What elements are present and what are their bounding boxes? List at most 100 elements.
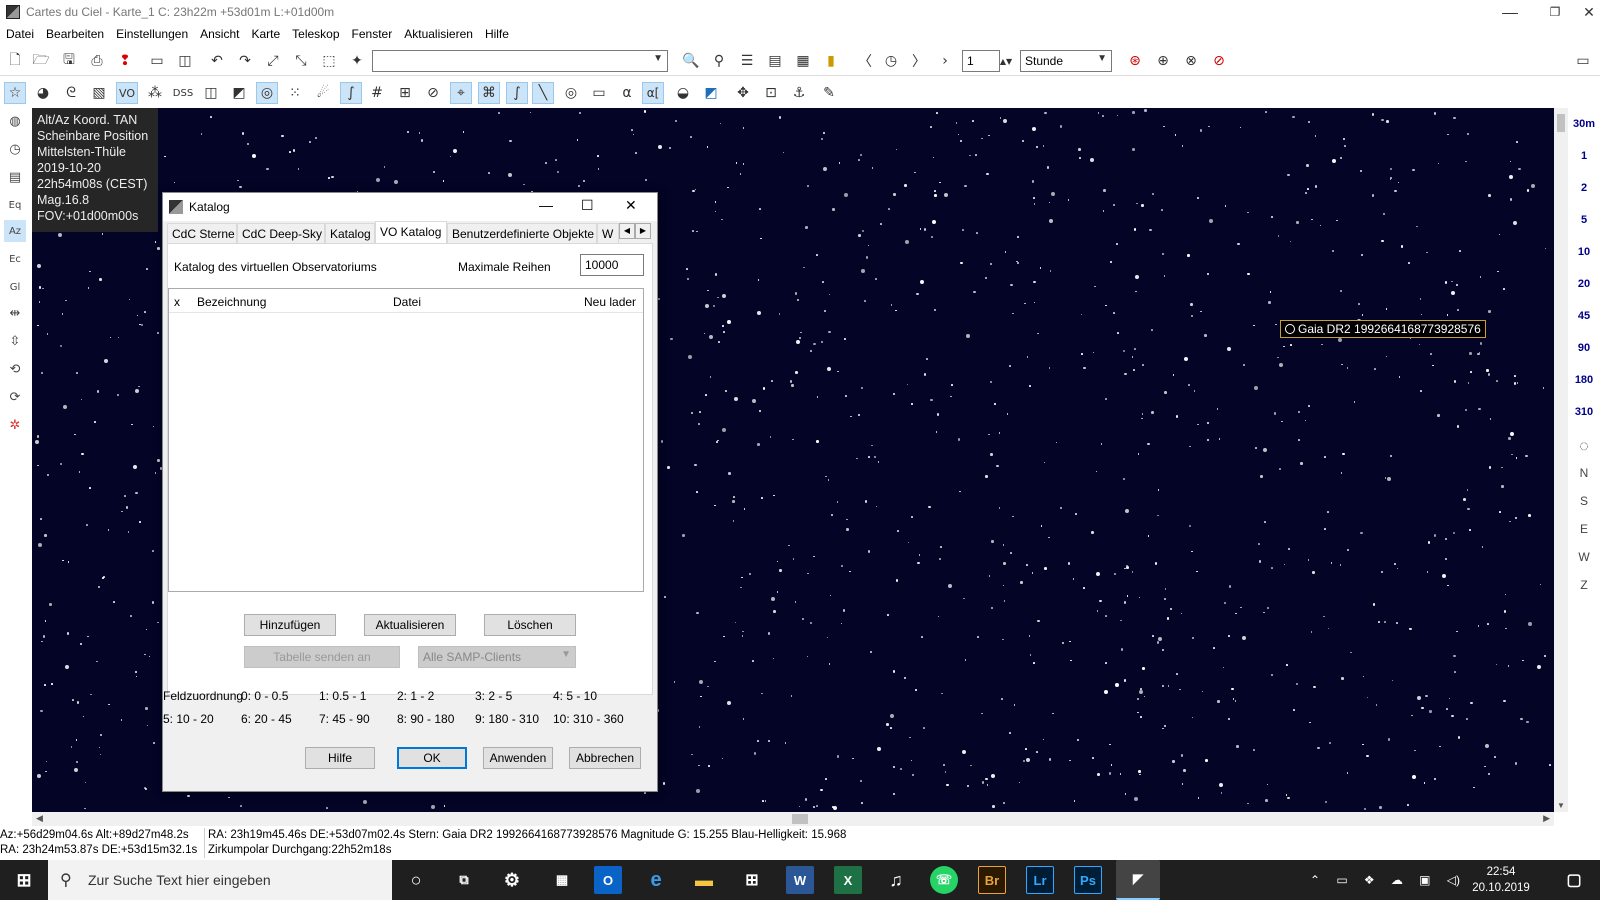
telescope-connect-icon[interactable]: ⊛	[1124, 50, 1146, 72]
dropbox-icon[interactable]: ❖	[1364, 873, 1375, 887]
menu-datei[interactable]: Datei	[0, 27, 40, 41]
telescope-slew-icon[interactable]: ⊕	[1152, 50, 1174, 72]
dialog-close-button[interactable]: ✕	[625, 197, 637, 214]
tab-w[interactable]: W	[597, 223, 619, 243]
tab-scroll-right-icon[interactable]: ▶	[635, 223, 651, 239]
link-icon[interactable]: ⊡	[760, 82, 782, 104]
print-icon[interactable]: ⎙	[86, 50, 108, 72]
time-unit-select[interactable]: Stunde ▼	[1020, 50, 1112, 72]
field-0[interactable]: 0: 0 - 0.5	[241, 689, 288, 703]
zoom-in-icon[interactable]: ⤢	[262, 50, 284, 72]
notes-icon[interactable]: ▤	[764, 50, 786, 72]
window-close-button[interactable]: ✕	[1578, 0, 1600, 24]
tab-cdc-deep-sky[interactable]: CdC Deep-Sky	[237, 223, 325, 243]
whatsapp-icon[interactable]: ☏	[930, 866, 958, 894]
network-icon[interactable]: ▣	[1419, 873, 1430, 887]
pin-icon[interactable]: ❢	[114, 50, 136, 72]
compass-icon[interactable]: ⊘	[422, 82, 444, 104]
undo-icon[interactable]: ↶	[206, 50, 228, 72]
send-table-button[interactable]: Tabelle senden an	[244, 646, 400, 668]
dialog-minimize-button[interactable]: —	[539, 197, 553, 213]
select-area-icon[interactable]: ⬚	[318, 50, 340, 72]
stars-icon[interactable]: ✦	[346, 50, 368, 72]
orient-north[interactable]: N	[1574, 466, 1594, 480]
system-tray[interactable]: ⌃ ▭ ❖ ☁ ▣ ◁)	[1310, 866, 1460, 894]
image-icon[interactable]: ▧	[88, 82, 110, 104]
search-combo[interactable]: ▼	[372, 50, 668, 72]
taskbar-search[interactable]: ⚲ Zur Suche Text hier eingeben	[48, 860, 392, 900]
new-file-icon[interactable]: 🗋	[4, 50, 26, 72]
search-icon[interactable]: 🔍	[680, 50, 702, 72]
clock-icon[interactable]: ◷	[880, 50, 902, 72]
zenith-circle-icon[interactable]: ◌	[1574, 438, 1594, 456]
forward-step-icon[interactable]: 〉	[908, 50, 930, 72]
delete-button[interactable]: Löschen	[484, 614, 576, 636]
step-input[interactable]: 1	[962, 50, 1000, 72]
field-1[interactable]: 1: 0.5 - 1	[319, 689, 366, 703]
list-icon[interactable]: ☰	[736, 50, 758, 72]
rotate-reset-icon[interactable]: ✲	[4, 414, 26, 436]
telescope-sync-icon[interactable]: ⊗	[1180, 50, 1202, 72]
edge-icon[interactable]: e	[642, 866, 670, 894]
az-mode-icon[interactable]: Az	[4, 220, 26, 242]
bridge-icon[interactable]: Br	[978, 866, 1006, 894]
vertical-scrollbar[interactable]: ▼	[1554, 108, 1568, 812]
panel-toggle-icon[interactable]: ▭	[1572, 50, 1594, 72]
menu-karte[interactable]: Karte	[245, 27, 286, 41]
window-icon[interactable]: ▭	[146, 50, 168, 72]
tab-katalog[interactable]: Katalog	[325, 223, 375, 243]
dss-button[interactable]: DSS	[172, 82, 194, 104]
horizontal-scrollbar[interactable]: ◀ ▶	[32, 812, 1554, 826]
step-spinner[interactable]: ▲▼	[1000, 50, 1012, 72]
scroll-right-icon[interactable]: ▶	[1543, 813, 1550, 824]
cancel-button[interactable]: Abbrechen	[569, 747, 641, 769]
calculator-icon[interactable]: ▦	[548, 866, 576, 894]
edit-icon[interactable]: ✎	[818, 82, 840, 104]
add-button[interactable]: Hinzufügen	[244, 614, 336, 636]
vo-button[interactable]: VO	[116, 82, 138, 104]
save-icon[interactable]: 🖫	[58, 50, 80, 72]
photoshop-icon[interactable]: Ps	[1074, 866, 1102, 894]
scale-icon[interactable]: ▭	[588, 82, 610, 104]
scroll-down-icon[interactable]: ▼	[1557, 801, 1565, 810]
windows-start-icon[interactable]: ⊞	[10, 866, 38, 894]
task-view-icon[interactable]: ⧉	[450, 866, 478, 894]
flip-vertical-icon[interactable]: ⇳	[4, 330, 26, 352]
field-10[interactable]: 10: 310 - 360	[553, 712, 624, 726]
photo-icon[interactable]: ◩	[228, 82, 250, 104]
tab-vo-katalog[interactable]: VO Katalog	[375, 221, 447, 244]
settings-gear-icon[interactable]: ⚙	[498, 866, 526, 894]
max-rows-input[interactable]	[580, 254, 644, 276]
asteroid-icon[interactable]: ⁙	[284, 82, 306, 104]
menu-einstellungen[interactable]: Einstellungen	[110, 27, 194, 41]
forward-icon[interactable]: ›	[934, 50, 956, 72]
scroll-thumb[interactable]	[1557, 114, 1565, 132]
globe-icon[interactable]: ◍	[4, 110, 26, 132]
camera-icon[interactable]: ◫	[200, 82, 222, 104]
volume-icon[interactable]: ◁)	[1447, 873, 1460, 887]
eq-mode-icon[interactable]: Eq	[4, 194, 26, 216]
zoom-out-icon[interactable]: ⤡	[290, 50, 312, 72]
horizon-icon[interactable]: ◒	[672, 82, 694, 104]
ec-mode-icon[interactable]: Ec	[4, 248, 26, 270]
flip-horizontal-icon[interactable]: ⇹	[4, 302, 26, 324]
gal-mode-icon[interactable]: Gl	[4, 276, 26, 298]
field-7[interactable]: 7: 45 - 90	[319, 712, 370, 726]
rotate-right-icon[interactable]: ⟳	[4, 386, 26, 408]
excel-icon[interactable]: X	[834, 866, 862, 894]
field-2[interactable]: 2: 1 - 2	[397, 689, 434, 703]
open-folder-icon[interactable]: 🗁	[30, 50, 52, 72]
circle-icon[interactable]: ◎	[560, 82, 582, 104]
action-center-icon[interactable]: ▢	[1560, 866, 1588, 894]
scroll-left-icon[interactable]: ◀	[36, 813, 43, 824]
fov-1[interactable]: 1	[1568, 150, 1600, 162]
back-icon[interactable]: 〈	[854, 50, 876, 72]
anchor-icon[interactable]: ⚓	[788, 82, 810, 104]
samp-clients-select[interactable]: Alle SAMP-Clients ▼	[418, 646, 576, 668]
field-9[interactable]: 9: 180 - 310	[475, 712, 539, 726]
telescope-abort-icon[interactable]: ⊘	[1208, 50, 1230, 72]
window-maximize-button[interactable]: ❐	[1532, 0, 1578, 24]
dialog-maximize-button[interactable]: ☐	[581, 197, 594, 214]
globe-grid-icon[interactable]: ⊞	[394, 82, 416, 104]
col-bezeichnung[interactable]: Bezeichnung	[197, 295, 266, 309]
